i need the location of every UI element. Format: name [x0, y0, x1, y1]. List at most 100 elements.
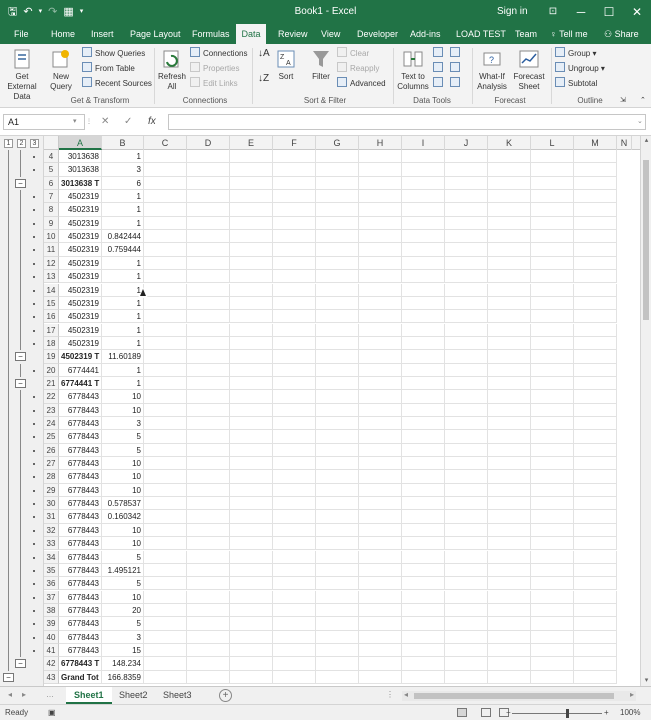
- row-header[interactable]: 18: [44, 336, 59, 351]
- empty-cell[interactable]: [273, 510, 316, 524]
- empty-cell[interactable]: [359, 510, 402, 524]
- row-header[interactable]: 41: [44, 643, 59, 658]
- cell-a[interactable]: 6778443: [59, 630, 102, 644]
- empty-cell[interactable]: [574, 537, 617, 551]
- group-button[interactable]: Group ▾: [555, 47, 596, 61]
- cell-a[interactable]: 4502319: [59, 203, 102, 217]
- row-header[interactable]: 19: [44, 350, 59, 364]
- empty-cell[interactable]: [359, 270, 402, 284]
- row-header[interactable]: 21: [44, 376, 59, 391]
- empty-cell[interactable]: [316, 443, 359, 457]
- empty-cell[interactable]: [488, 563, 531, 578]
- empty-cell[interactable]: [230, 150, 273, 164]
- empty-cell[interactable]: [316, 510, 359, 524]
- empty-cell[interactable]: [402, 457, 445, 471]
- empty-cell[interactable]: [445, 577, 488, 591]
- empty-cell[interactable]: [144, 643, 187, 658]
- empty-cell[interactable]: [144, 163, 187, 177]
- empty-cell[interactable]: [144, 376, 187, 391]
- table-row[interactable]: 6 3013638 T6: [44, 176, 640, 190]
- empty-cell[interactable]: [316, 563, 359, 578]
- worksheet-grid[interactable]: 4 3013638 1 5 3013638 3 6 3013638 T 6 7 4502319 1 8 4…: [44, 150, 640, 686]
- empty-cell[interactable]: [445, 457, 488, 471]
- empty-cell[interactable]: [402, 550, 445, 564]
- empty-cell[interactable]: [574, 483, 617, 498]
- filter-button[interactable]: Filter: [308, 48, 334, 82]
- cell-b[interactable]: 15: [102, 643, 144, 658]
- empty-cell[interactable]: [273, 670, 316, 684]
- cell-b[interactable]: 1: [102, 323, 144, 337]
- empty-cell[interactable]: [402, 376, 445, 391]
- cell-a[interactable]: 4502319: [59, 243, 102, 257]
- empty-cell[interactable]: [445, 243, 488, 257]
- empty-cell[interactable]: [230, 390, 273, 404]
- cell-a[interactable]: 4502319: [59, 310, 102, 324]
- outline-level-2-button[interactable]: 2: [17, 139, 26, 148]
- cell-a[interactable]: 6778443: [59, 390, 102, 404]
- page-layout-view-icon[interactable]: [481, 708, 491, 717]
- empty-cell[interactable]: [488, 497, 531, 511]
- cell-b[interactable]: 1: [102, 336, 144, 351]
- select-all-corner[interactable]: [44, 136, 59, 150]
- empty-cell[interactable]: [359, 323, 402, 337]
- row-header[interactable]: 7: [44, 190, 59, 204]
- empty-cell[interactable]: [488, 230, 531, 244]
- share-button[interactable]: ⚇ Share: [600, 24, 643, 44]
- next-sheet-arrow[interactable]: ▸: [22, 690, 26, 699]
- empty-cell[interactable]: [402, 363, 445, 377]
- collapse-all-button[interactable]: −: [3, 672, 14, 682]
- empty-cell[interactable]: [230, 483, 273, 498]
- row-header[interactable]: 11: [44, 243, 59, 257]
- empty-cell[interactable]: [531, 163, 574, 177]
- empty-cell[interactable]: [488, 336, 531, 351]
- empty-cell[interactable]: [531, 510, 574, 524]
- cell-a[interactable]: 6778443: [59, 563, 102, 578]
- refresh-all-button[interactable]: Refresh All: [157, 48, 187, 92]
- empty-cell[interactable]: [445, 443, 488, 457]
- empty-cell[interactable]: [574, 577, 617, 591]
- table-row[interactable]: 28 6778443 10: [44, 470, 640, 484]
- empty-cell[interactable]: [531, 577, 574, 591]
- empty-cell[interactable]: [488, 150, 531, 164]
- cell-b[interactable]: 0.842444: [102, 230, 144, 244]
- empty-cell[interactable]: [316, 323, 359, 337]
- cell-a[interactable]: 4502319: [59, 336, 102, 351]
- empty-cell[interactable]: [359, 630, 402, 644]
- empty-cell[interactable]: [488, 403, 531, 417]
- empty-cell[interactable]: [488, 643, 531, 658]
- empty-cell[interactable]: [488, 577, 531, 591]
- empty-cell[interactable]: [144, 603, 187, 618]
- empty-cell[interactable]: [445, 190, 488, 204]
- empty-cell[interactable]: [531, 323, 574, 337]
- empty-cell[interactable]: [445, 283, 488, 297]
- collapse-ribbon-icon[interactable]: ⌃: [640, 94, 646, 108]
- empty-cell[interactable]: [230, 216, 273, 231]
- empty-cell[interactable]: [144, 497, 187, 511]
- empty-cell[interactable]: [445, 376, 488, 391]
- row-header[interactable]: 34: [44, 550, 59, 564]
- empty-cell[interactable]: [230, 430, 273, 444]
- row-header[interactable]: 38: [44, 603, 59, 618]
- empty-cell[interactable]: [531, 537, 574, 551]
- row-header[interactable]: 6: [44, 176, 59, 190]
- empty-cell[interactable]: [402, 390, 445, 404]
- scroll-down-arrow[interactable]: ▾: [641, 676, 651, 686]
- row-header[interactable]: 14: [44, 283, 59, 297]
- expand-formula-bar-icon[interactable]: ⌄: [637, 114, 643, 130]
- empty-cell[interactable]: [402, 336, 445, 351]
- empty-cell[interactable]: [402, 283, 445, 297]
- empty-cell[interactable]: [273, 657, 316, 671]
- empty-cell[interactable]: [359, 470, 402, 484]
- empty-cell[interactable]: [445, 470, 488, 484]
- empty-cell[interactable]: [273, 643, 316, 658]
- table-row[interactable]: 22 6778443 10: [44, 390, 640, 404]
- recent-sources-button[interactable]: Recent Sources: [82, 77, 152, 91]
- column-header-e[interactable]: E: [230, 136, 273, 150]
- empty-cell[interactable]: [402, 310, 445, 324]
- empty-cell[interactable]: [230, 403, 273, 417]
- get-external-data-button[interactable]: Get External Data: [2, 48, 42, 102]
- close-button[interactable]: ✕: [623, 0, 651, 24]
- empty-cell[interactable]: [488, 310, 531, 324]
- empty-cell[interactable]: [574, 256, 617, 271]
- table-row[interactable]: 33 6778443 10: [44, 537, 640, 551]
